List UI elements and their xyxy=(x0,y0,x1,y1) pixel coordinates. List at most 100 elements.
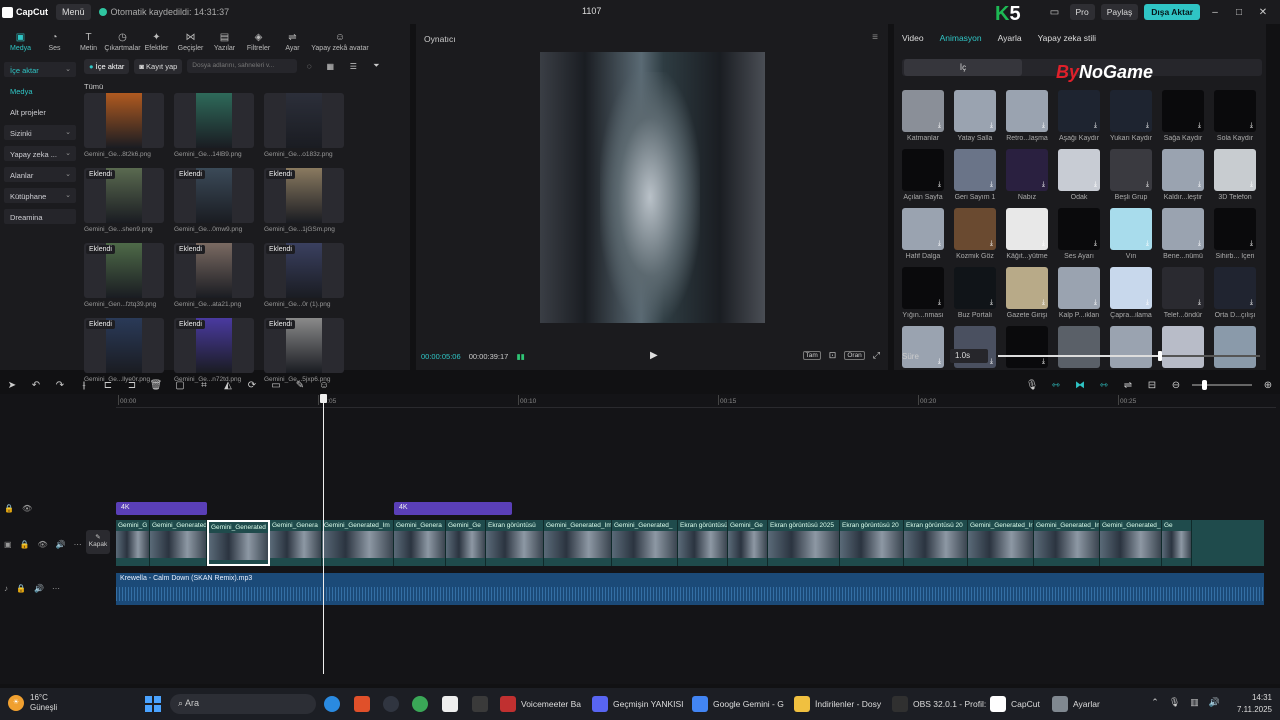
animation-thumbnail[interactable]: ⤓ xyxy=(1110,208,1152,250)
tool-tab[interactable]: ◷ Çıkartmalar xyxy=(104,33,140,53)
freeze-icon[interactable]: ▢ xyxy=(168,380,192,391)
animation-thumbnail[interactable]: ⤓ xyxy=(1214,90,1256,132)
animation-thumbnail[interactable]: ⤓ xyxy=(954,267,996,309)
animation-preset[interactable]: ⤓ Katmanlar xyxy=(902,90,944,149)
sidebar-item[interactable]: Dreamina xyxy=(4,209,76,224)
tool-tab[interactable]: ▤ Yazılar xyxy=(208,33,241,53)
sidebar-item[interactable]: İçe aktar ⌄ xyxy=(4,62,76,77)
animation-preset[interactable]: ⤓ Telef...öndür xyxy=(1162,267,1204,326)
duration-input[interactable]: 1.0s xyxy=(950,349,988,363)
animation-preset[interactable]: ⤓ 3D Telefon xyxy=(1214,149,1256,208)
lock-icon[interactable]: 🔒 xyxy=(16,584,26,593)
media-thumbnail[interactable]: Eklendi xyxy=(84,318,164,373)
taskbar-app[interactable]: Google Gemini - G xyxy=(692,694,784,714)
start-button[interactable] xyxy=(145,696,161,712)
ratio-button[interactable]: Oran xyxy=(844,351,865,360)
video-track[interactable]: Gemini_G Gemini_Generated Gemini_Generated… xyxy=(116,520,1264,566)
media-thumbnail[interactable] xyxy=(84,93,164,148)
export-button[interactable]: Dışa Aktar xyxy=(1144,4,1200,20)
animation-preset[interactable]: ⤓ Ses Ayarı xyxy=(1058,208,1100,267)
animation-thumbnail[interactable]: ⤓ xyxy=(954,90,996,132)
audio-track[interactable]: Krewella - Calm Down (SKAN Remix).mp3 xyxy=(116,573,1264,605)
capcut-taskbar-icon[interactable] xyxy=(442,694,458,714)
avatar-icon[interactable]: ☺ xyxy=(312,380,336,391)
animation-preset[interactable]: ⤓ Bene...nümü xyxy=(1162,208,1204,267)
download-icon[interactable]: ⤓ xyxy=(1146,122,1149,130)
animation-preset[interactable]: ⤓ Sola Kaydır xyxy=(1214,90,1256,149)
player-menu-icon[interactable]: ≡ xyxy=(872,32,878,43)
close-icon[interactable]: ✕ xyxy=(1254,7,1272,18)
media-item[interactable]: Eklendi Gemini_Gen...fztq39.png xyxy=(84,243,164,318)
taskbar-app[interactable]: Voicemeeter Ba xyxy=(500,694,581,714)
split-icon[interactable]: ⫲ xyxy=(72,380,96,391)
video-preview[interactable] xyxy=(540,52,765,323)
taskbar-app[interactable]: CapCut xyxy=(990,694,1040,714)
eye-icon[interactable]: 👁 xyxy=(22,504,32,513)
main-track-link-icon[interactable]: ⇿ xyxy=(1044,380,1068,391)
lock-icon[interactable]: 🔒 xyxy=(20,540,30,549)
animation-preset[interactable]: ⤓ Açılan Sayfa xyxy=(902,149,944,208)
tool-tab[interactable]: ◈ Filtreler xyxy=(242,33,275,53)
animation-preset[interactable]: ⤓ Geri Sayım 1 xyxy=(954,149,996,208)
more-icon[interactable]: ⋯ xyxy=(74,540,82,549)
zoom-fit-icon[interactable]: ⊡ xyxy=(829,350,837,361)
animation-preset[interactable]: ⤓ Çapra...ilama xyxy=(1110,267,1152,326)
animation-preset[interactable]: ⤓ Buz Portalı xyxy=(954,267,996,326)
chevron-up-icon[interactable]: ⌃ xyxy=(1151,697,1159,708)
media-thumbnail[interactable]: Eklendi xyxy=(174,168,254,223)
tool-tab[interactable]: ⇌ Ayar xyxy=(276,33,309,53)
redo-icon[interactable]: ↷ xyxy=(48,380,72,391)
video-clip[interactable]: Gemini_Ge xyxy=(446,520,486,566)
animation-preset[interactable]: ⤓ Yatay Salla xyxy=(954,90,996,149)
animation-thumbnail[interactable]: ⤓ xyxy=(1214,267,1256,309)
animation-thumbnail[interactable]: ⤓ xyxy=(902,267,944,309)
menu-button[interactable]: Menü xyxy=(56,4,91,20)
media-item[interactable]: Eklendi Gemini_Ge...0mw9.png xyxy=(174,168,254,243)
video-clip[interactable]: Ekran görüntüsü 20 xyxy=(904,520,968,566)
animation-thumbnail[interactable]: ⤓ xyxy=(1058,149,1100,191)
filter-icon[interactable]: ⏷ xyxy=(367,61,385,71)
full-quality-button[interactable]: Tam xyxy=(802,351,821,360)
animation-preset[interactable]: ⤓ Kâğıt...yütme xyxy=(1006,208,1048,267)
animation-thumbnail[interactable]: ⤓ xyxy=(902,326,944,368)
media-thumbnail[interactable]: Eklendi xyxy=(264,168,344,223)
video-clip[interactable]: Ekran görüntüsü xyxy=(486,520,544,566)
animation-thumbnail[interactable] xyxy=(1110,326,1152,368)
animation-thumbnail[interactable]: ⤓ xyxy=(1058,208,1100,250)
animation-thumbnail[interactable]: ⤓ xyxy=(1058,267,1100,309)
weather-widget[interactable]: ☀ 16°C Güneşli xyxy=(8,693,57,713)
download-icon[interactable]: ⤓ xyxy=(1198,299,1201,307)
animation-thumbnail[interactable]: ⤓ xyxy=(954,149,996,191)
tool-tab[interactable]: ◔ Ses xyxy=(38,33,71,53)
animation-preset[interactable]: ⤓ Aşağı Kaydır xyxy=(1058,90,1100,149)
maximize-icon[interactable]: □ xyxy=(1230,7,1248,18)
refresh-icon[interactable]: ◌ xyxy=(302,62,316,71)
play-button[interactable]: ▶ xyxy=(650,350,658,361)
download-icon[interactable]: ⤓ xyxy=(990,299,993,307)
download-icon[interactable]: ⤓ xyxy=(938,181,941,189)
magic-icon[interactable]: ✎ xyxy=(288,380,312,391)
animation-thumbnail[interactable]: ⤓ xyxy=(1162,149,1204,191)
sidebar-item[interactable]: Alt projeler xyxy=(4,104,76,119)
rotate-icon[interactable]: ⟳ xyxy=(240,380,264,391)
download-icon[interactable]: ⤓ xyxy=(938,299,941,307)
video-clip[interactable]: Gemini_Generated xyxy=(207,520,270,566)
animation-thumbnail[interactable]: ⤓ xyxy=(1110,149,1152,191)
trim-left-icon[interactable]: ⊏ xyxy=(96,380,120,391)
taskbar-search[interactable]: ⌕ Ara xyxy=(170,694,316,714)
layout-icon[interactable]: ▭ xyxy=(1046,7,1064,18)
speedtest-icon[interactable] xyxy=(383,694,399,714)
waveform-icon[interactable]: ▮▮ xyxy=(516,352,524,361)
download-icon[interactable]: ⤓ xyxy=(1250,240,1253,248)
download-icon[interactable]: ⤓ xyxy=(1250,122,1253,130)
brave-icon[interactable] xyxy=(354,694,370,714)
undo-icon[interactable]: ↶ xyxy=(24,380,48,391)
tool-tab[interactable]: ⋈ Geçişler xyxy=(174,33,207,53)
media-thumbnail[interactable]: Eklendi xyxy=(174,243,254,298)
video-clip[interactable]: Ekran görüntüsü 20 xyxy=(840,520,904,566)
download-icon[interactable]: ⤓ xyxy=(990,181,993,189)
eye-icon[interactable]: 👁 xyxy=(38,540,48,549)
time-ruler[interactable]: 00:00 00:05 00:10 00:15 00:20 00:25 xyxy=(116,394,1276,408)
animation-preset[interactable]: ⤓ Kalp P...ıklan xyxy=(1058,267,1100,326)
download-icon[interactable]: ⤓ xyxy=(1042,299,1045,307)
